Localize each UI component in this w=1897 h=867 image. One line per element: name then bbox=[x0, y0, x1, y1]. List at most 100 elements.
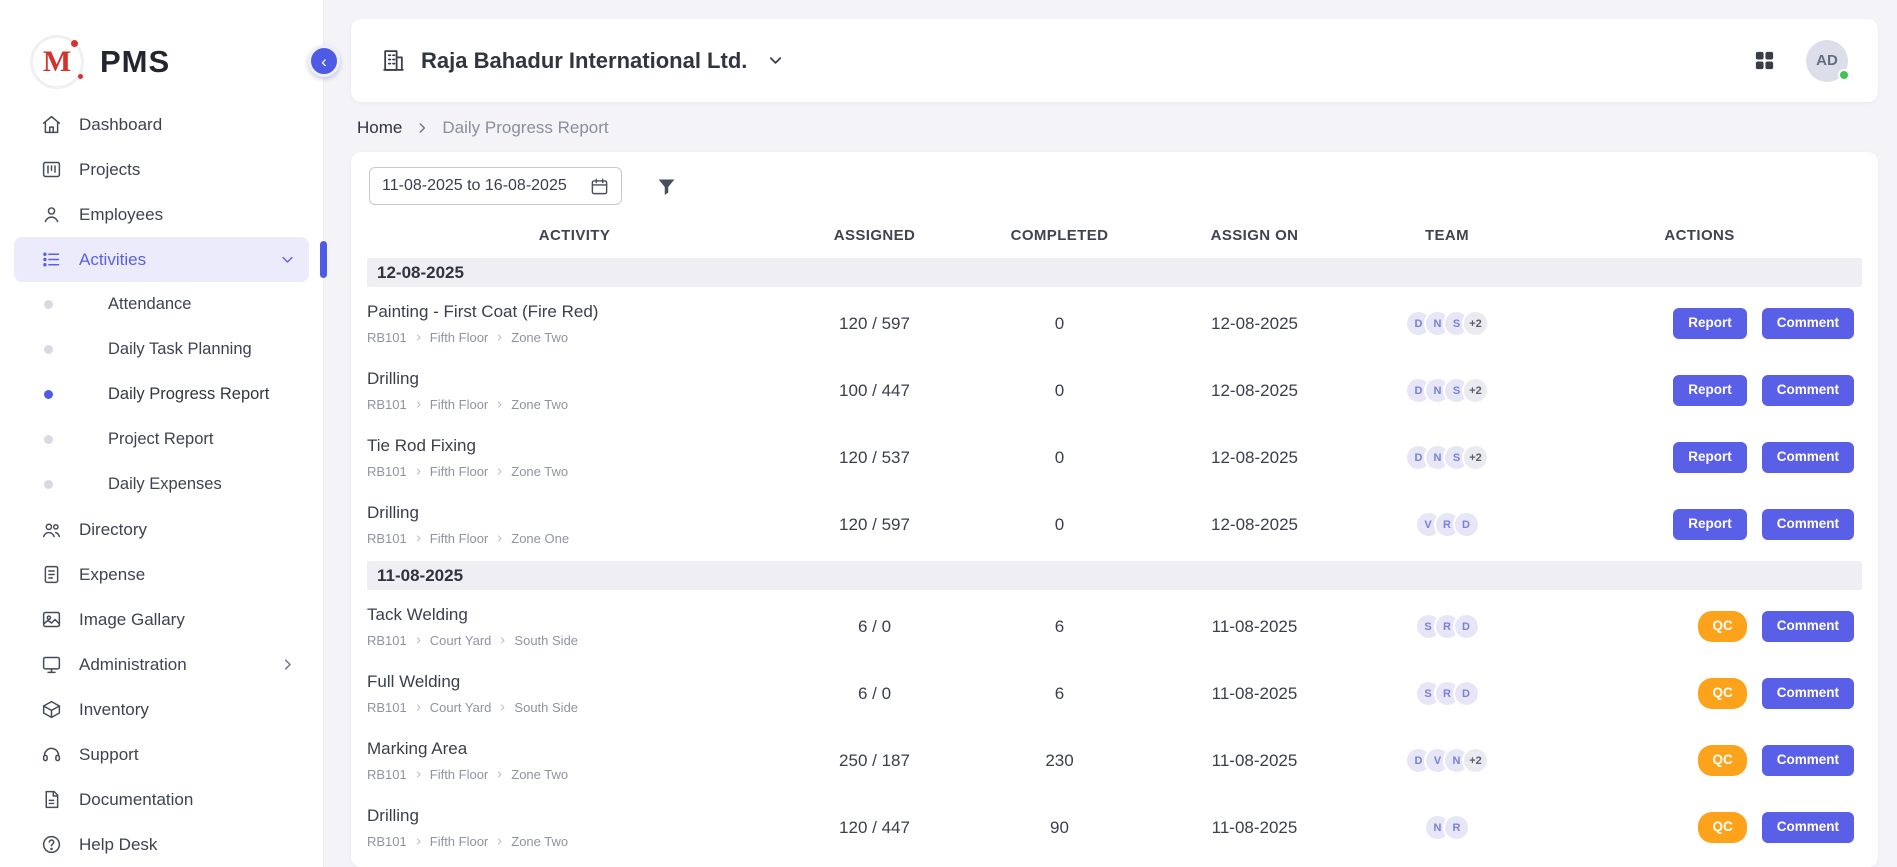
app-logo[interactable]: M bbox=[30, 35, 84, 89]
activity-cell: DrillingRB101Fifth FloorZone One bbox=[367, 503, 782, 546]
team-extra-badge[interactable]: +2 bbox=[1462, 377, 1489, 404]
location-part: RB101 bbox=[367, 531, 407, 546]
logo-dot bbox=[78, 74, 83, 79]
team-avatars: DNS+2 bbox=[1357, 377, 1537, 404]
sidebar-item-inventory[interactable]: Inventory bbox=[14, 687, 309, 732]
report-button[interactable]: Report bbox=[1673, 308, 1747, 339]
comment-button[interactable]: Comment bbox=[1762, 375, 1854, 406]
team-extra-badge[interactable]: +2 bbox=[1462, 747, 1489, 774]
sidebar-item-activities[interactable]: Activities bbox=[14, 237, 309, 282]
sidebar-item-image-gallary[interactable]: Image Gallary bbox=[14, 597, 309, 642]
location-part: South Side bbox=[514, 700, 578, 715]
sidebar-subitem-project-report[interactable]: Project Report bbox=[0, 417, 323, 462]
qc-button[interactable]: QC bbox=[1698, 611, 1746, 642]
completed-value: 0 bbox=[967, 314, 1152, 334]
location-part: RB101 bbox=[367, 330, 407, 345]
completed-value: 0 bbox=[967, 381, 1152, 401]
chevron-right-icon bbox=[414, 333, 423, 342]
chevron-right-icon bbox=[414, 400, 423, 409]
chevron-right-icon bbox=[495, 534, 504, 543]
actions-cell: QC Comment bbox=[1537, 611, 1862, 642]
projects-icon bbox=[41, 159, 62, 180]
assign-on-value: 12-08-2025 bbox=[1152, 314, 1357, 334]
breadcrumb-home[interactable]: Home bbox=[357, 118, 402, 138]
sidebar-item-label: Support bbox=[79, 745, 139, 765]
date-group-row: 11-08-2025 bbox=[367, 561, 1862, 590]
directory-icon bbox=[41, 519, 62, 540]
team-extra-badge[interactable]: +2 bbox=[1462, 310, 1489, 337]
assign-on-value: 11-08-2025 bbox=[1152, 617, 1357, 637]
expense-icon bbox=[41, 564, 62, 585]
team-avatars: SRD bbox=[1357, 613, 1537, 640]
activity-cell: DrillingRB101Fifth FloorZone Two bbox=[367, 369, 782, 412]
activity-name: Drilling bbox=[367, 369, 772, 389]
date-range-input[interactable]: 11-08-2025 to 16-08-2025 bbox=[369, 167, 622, 205]
location-part: RB101 bbox=[367, 700, 407, 715]
company-selector[interactable]: Raja Bahadur International Ltd. bbox=[381, 48, 785, 74]
team-avatar[interactable]: D bbox=[1453, 511, 1480, 538]
sidebar-subitem-label: Attendance bbox=[108, 295, 191, 314]
activity-row: DrillingRB101Fifth FloorZone One120 / 59… bbox=[367, 491, 1862, 558]
sidebar-subitem-label: Daily Expenses bbox=[108, 475, 222, 494]
team-avatar[interactable]: D bbox=[1453, 680, 1480, 707]
sidebar-item-label: Image Gallary bbox=[79, 610, 185, 630]
comment-button[interactable]: Comment bbox=[1762, 611, 1854, 642]
qc-button[interactable]: QC bbox=[1698, 678, 1746, 709]
sidebar-item-label: Employees bbox=[79, 205, 163, 225]
sidebar-subitem-attendance[interactable]: Attendance bbox=[0, 282, 323, 327]
chevron-right-icon bbox=[498, 636, 507, 645]
logo-dot bbox=[71, 40, 78, 47]
team-avatar[interactable]: D bbox=[1453, 613, 1480, 640]
gallery-icon bbox=[41, 609, 62, 630]
comment-button[interactable]: Comment bbox=[1762, 308, 1854, 339]
sidebar-subitem-daily-expenses[interactable]: Daily Expenses bbox=[0, 462, 323, 507]
calendar-icon[interactable] bbox=[590, 177, 609, 196]
qc-button[interactable]: QC bbox=[1698, 745, 1746, 776]
comment-button[interactable]: Comment bbox=[1762, 812, 1854, 843]
user-avatar[interactable]: AD bbox=[1806, 40, 1848, 82]
comment-button[interactable]: Comment bbox=[1762, 509, 1854, 540]
sidebar-item-expense[interactable]: Expense bbox=[14, 552, 309, 597]
bullet-icon bbox=[44, 435, 53, 444]
location-part: Zone Two bbox=[511, 464, 568, 479]
activity-location-path: RB101Fifth FloorZone Two bbox=[367, 330, 772, 345]
report-button[interactable]: Report bbox=[1673, 442, 1747, 473]
activity-name: Full Welding bbox=[367, 672, 772, 692]
filter-icon[interactable] bbox=[656, 176, 677, 197]
sidebar-item-support[interactable]: Support bbox=[14, 732, 309, 777]
assign-on-value: 11-08-2025 bbox=[1152, 684, 1357, 704]
report-button[interactable]: Report bbox=[1673, 375, 1747, 406]
table-header-row: ACTIVITYASSIGNEDCOMPLETEDASSIGN ONTEAMAC… bbox=[367, 215, 1862, 255]
sidebar-item-directory[interactable]: Directory bbox=[14, 507, 309, 552]
activity-cell: Painting - First Coat (Fire Red)RB101Fif… bbox=[367, 302, 782, 345]
sidebar-collapse-button[interactable]: ‹ bbox=[308, 45, 340, 77]
qc-button[interactable]: QC bbox=[1698, 812, 1746, 843]
activity-row: DrillingRB101Fifth FloorZone Two120 / 44… bbox=[367, 794, 1862, 861]
location-part: Zone Two bbox=[511, 397, 568, 412]
report-button[interactable]: Report bbox=[1673, 509, 1747, 540]
team-extra-badge[interactable]: +2 bbox=[1462, 444, 1489, 471]
comment-button[interactable]: Comment bbox=[1762, 745, 1854, 776]
sidebar-subitem-daily-progress-report[interactable]: Daily Progress Report bbox=[0, 372, 323, 417]
activity-cell: DrillingRB101Fifth FloorZone Two bbox=[367, 806, 782, 849]
comment-button[interactable]: Comment bbox=[1762, 442, 1854, 473]
sidebar-item-help-desk[interactable]: Help Desk bbox=[14, 822, 309, 867]
sidebar-item-administration[interactable]: Administration bbox=[14, 642, 309, 687]
comment-button[interactable]: Comment bbox=[1762, 678, 1854, 709]
sidebar-item-dashboard[interactable]: Dashboard bbox=[14, 102, 309, 147]
location-part: South Side bbox=[514, 633, 578, 648]
sidebar-item-projects[interactable]: Projects bbox=[14, 147, 309, 192]
completed-value: 0 bbox=[967, 515, 1152, 535]
location-part: Court Yard bbox=[430, 700, 492, 715]
team-avatar[interactable]: R bbox=[1443, 814, 1470, 841]
chevron-down-icon bbox=[280, 252, 295, 267]
filter-row: 11-08-2025 to 16-08-2025 bbox=[367, 165, 1862, 215]
team-avatars: SRD bbox=[1357, 680, 1537, 707]
sidebar-item-documentation[interactable]: Documentation bbox=[14, 777, 309, 822]
team-avatars: DVN+2 bbox=[1357, 747, 1537, 774]
sidebar-subitem-daily-task-planning[interactable]: Daily Task Planning bbox=[0, 327, 323, 372]
sidebar-item-employees[interactable]: Employees bbox=[14, 192, 309, 237]
employee-icon bbox=[41, 204, 62, 225]
apps-grid-icon[interactable] bbox=[1753, 49, 1776, 72]
chevron-right-icon bbox=[495, 837, 504, 846]
